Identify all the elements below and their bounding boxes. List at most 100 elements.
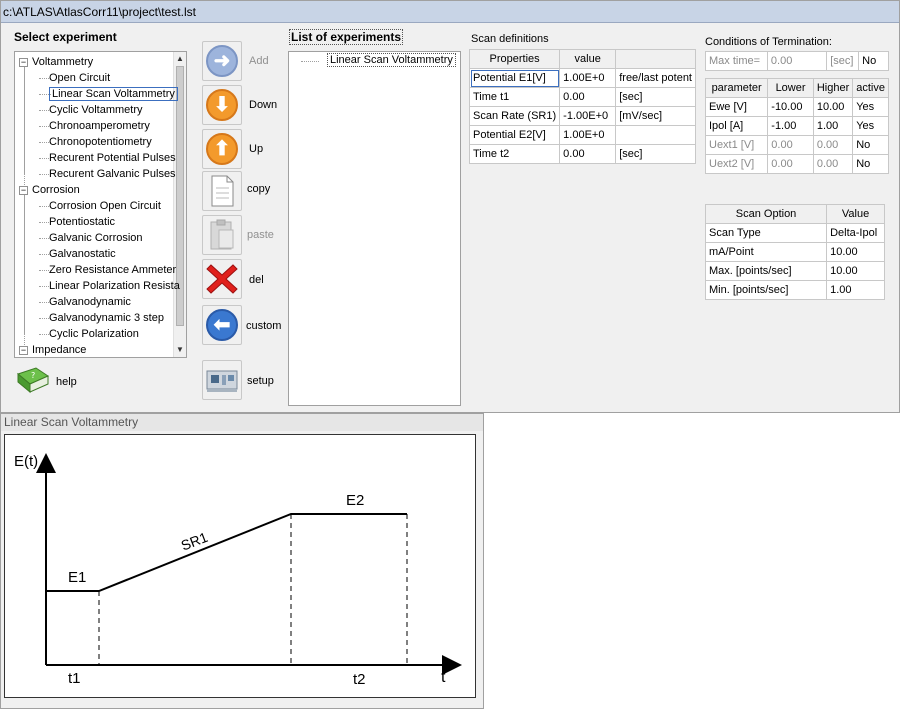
add-button[interactable]: ➜	[202, 41, 242, 81]
tree-item-chronoamperometry[interactable]: Chronoamperometry	[49, 118, 150, 134]
down-button[interactable]: ⬇	[202, 85, 242, 125]
tree-item-recurent-potential-pulses[interactable]: Recurent Potential Pulses	[49, 150, 176, 166]
copy-button[interactable]	[202, 171, 242, 211]
tree-group-voltammetry[interactable]: − Voltammetry	[19, 54, 93, 70]
active-cell[interactable]: No	[852, 135, 889, 155]
custom-button[interactable]: ⬅	[202, 305, 242, 345]
property-unit-cell[interactable]: [sec]	[615, 144, 696, 164]
column-header-higher[interactable]: Higher	[812, 78, 854, 98]
hardware-board-icon	[206, 370, 238, 392]
property-value-cell[interactable]: -1.00E+0	[559, 106, 617, 126]
scan-option-value-cell[interactable]: 1.00	[826, 280, 885, 300]
collapse-icon[interactable]: −	[19, 185, 28, 195]
higher-limit-cell[interactable]: 10.00	[812, 97, 854, 117]
higher-limit-cell[interactable]: 0.00	[812, 154, 854, 174]
table-row[interactable]: Uext1 [V] 0.00 0.00 No	[704, 135, 889, 155]
tree-item-corrosion-open-circuit[interactable]: Corrosion Open Circuit	[49, 198, 161, 214]
table-row[interactable]: Potential E2[V] 1.00E+0	[468, 125, 696, 145]
active-cell[interactable]: Yes	[852, 97, 889, 117]
paste-button[interactable]	[202, 215, 242, 255]
property-unit-cell[interactable]: free/last potent	[615, 68, 696, 88]
tree-item-zero-resistance-ammeter[interactable]: Zero Resistance Ammeter	[49, 262, 176, 278]
max-time-value[interactable]: 0.00	[766, 51, 828, 71]
table-row[interactable]: Ipol [A] -1.00 1.00 Yes	[704, 116, 889, 136]
scroll-down-arrow-icon[interactable]: ▼	[175, 344, 185, 356]
scan-option-value-cell[interactable]: Delta-Ipol	[826, 223, 885, 243]
tree-item-label: Galvanodynamic 3 step	[49, 312, 164, 324]
property-value-cell[interactable]: 0.00	[559, 87, 617, 107]
column-header-properties[interactable]: Properties	[468, 49, 561, 69]
tree-item-label: Cyclic Polarization	[49, 328, 139, 340]
property-value-cell[interactable]: 0.00	[559, 144, 617, 164]
property-unit-cell[interactable]: [sec]	[615, 87, 696, 107]
experiment-list[interactable]: Linear Scan Voltammetry	[288, 51, 461, 406]
column-header-option-value[interactable]: Value	[826, 204, 885, 224]
lower-limit-cell[interactable]: 0.00	[767, 154, 814, 174]
help-button[interactable]: ?	[13, 361, 53, 401]
tree-item-galvanic-corrosion[interactable]: Galvanic Corrosion	[49, 230, 143, 246]
table-row[interactable]: mA/Point 10.00	[704, 242, 885, 262]
tree-item-open-circuit[interactable]: Open Circuit	[49, 70, 110, 86]
property-value-cell[interactable]: 1.00E+0	[559, 125, 617, 145]
del-button[interactable]	[202, 259, 242, 299]
scan-option-value-cell[interactable]: 10.00	[826, 242, 885, 262]
up-button[interactable]: ⬆	[202, 129, 242, 169]
tree-item-label: Recurent Galvanic Pulses	[49, 168, 176, 180]
column-header-parameter[interactable]: parameter	[704, 78, 769, 98]
lower-limit-cell[interactable]: 0.00	[767, 135, 814, 155]
experiment-list-item[interactable]: Linear Scan Voltammetry	[327, 53, 456, 67]
collapse-icon[interactable]: −	[19, 57, 28, 67]
tree-item-cyclic-polarization[interactable]: Cyclic Polarization	[49, 326, 139, 342]
experiment-tree[interactable]: ▲ ▼ − Voltammetry Open Circuit Linear Scan …	[14, 51, 187, 358]
tree-group-label: Impedance	[32, 344, 87, 356]
tree-item-linear-scan-voltammetry[interactable]: Linear Scan Voltammetry	[49, 86, 178, 102]
column-header-lower[interactable]: Lower	[767, 78, 814, 98]
collapse-icon[interactable]: −	[19, 345, 28, 355]
higher-limit-cell[interactable]: 0.00	[812, 135, 854, 155]
scroll-up-arrow-icon[interactable]: ▲	[175, 53, 185, 65]
property-name-cell: Time t2	[468, 144, 561, 164]
scan-options-table: Scan Option Value Scan Type Delta-Ipol mA/…	[704, 204, 885, 300]
tree-item-linear-polarization-resista[interactable]: Linear Polarization Resista	[49, 278, 180, 294]
arrow-left-icon: ⬅	[206, 309, 238, 341]
active-cell[interactable]: No	[852, 154, 889, 174]
del-label: del	[249, 274, 264, 286]
tree-item-galvanodynamic[interactable]: Galvanodynamic	[49, 294, 131, 310]
active-cell[interactable]: Yes	[852, 116, 889, 136]
setup-button[interactable]	[202, 360, 242, 400]
table-row[interactable]: Scan Rate (SR1) -1.00E+0 [mV/sec]	[468, 106, 696, 126]
table-row[interactable]: Potential E1[V] 1.00E+0 free/last potent	[468, 68, 696, 88]
tree-group-impedance[interactable]: − Impedance	[19, 342, 87, 357]
termination-table: parameter Lower Higher active Ewe [V] -10…	[704, 78, 889, 174]
tree-item-cyclic-voltammetry[interactable]: Cyclic Voltammetry	[49, 102, 143, 118]
scan-option-value-cell[interactable]: 10.00	[826, 261, 885, 281]
table-row[interactable]: Uext2 [V] 0.00 0.00 No	[704, 154, 889, 174]
tree-group-corrosion[interactable]: − Corrosion	[19, 182, 80, 198]
tree-item-chronopotentiometry[interactable]: Chronopotentiometry	[49, 134, 152, 150]
property-unit-cell[interactable]	[615, 125, 696, 145]
table-row[interactable]: Min. [points/sec] 1.00	[704, 280, 885, 300]
column-header-active[interactable]: active	[852, 78, 889, 98]
property-unit-cell[interactable]: [mV/sec]	[615, 106, 696, 126]
tree-item-label: Chronoamperometry	[49, 120, 150, 132]
arrow-right-icon: ➜	[206, 45, 238, 77]
table-row[interactable]: Max. [points/sec] 10.00	[704, 261, 885, 281]
tree-item-galvanodynamic-3-step[interactable]: Galvanodynamic 3 step	[49, 310, 164, 326]
t2-label: t2	[353, 671, 366, 688]
add-label: Add	[249, 55, 269, 67]
higher-limit-cell[interactable]: 1.00	[812, 116, 854, 136]
table-row[interactable]: Scan Type Delta-Ipol	[704, 223, 885, 243]
max-time-active[interactable]: No	[858, 51, 889, 71]
lower-limit-cell[interactable]: -1.00	[767, 116, 814, 136]
tree-item-recurent-galvanic-pulses[interactable]: Recurent Galvanic Pulses	[49, 166, 176, 182]
table-row[interactable]: Ewe [V] -10.00 10.00 Yes	[704, 97, 889, 117]
lower-limit-cell[interactable]: -10.00	[767, 97, 814, 117]
column-header-unit[interactable]	[615, 49, 696, 69]
tree-item-potentiostatic[interactable]: Potentiostatic	[49, 214, 115, 230]
table-row[interactable]: Time t2 0.00 [sec]	[468, 144, 696, 164]
column-header-value[interactable]: value	[559, 49, 617, 69]
tree-item-galvanostatic[interactable]: Galvanostatic	[49, 246, 116, 262]
table-row[interactable]: Time t1 0.00 [sec]	[468, 87, 696, 107]
property-value-cell[interactable]: 1.00E+0	[559, 68, 617, 88]
column-header-scan-option[interactable]: Scan Option	[704, 204, 828, 224]
